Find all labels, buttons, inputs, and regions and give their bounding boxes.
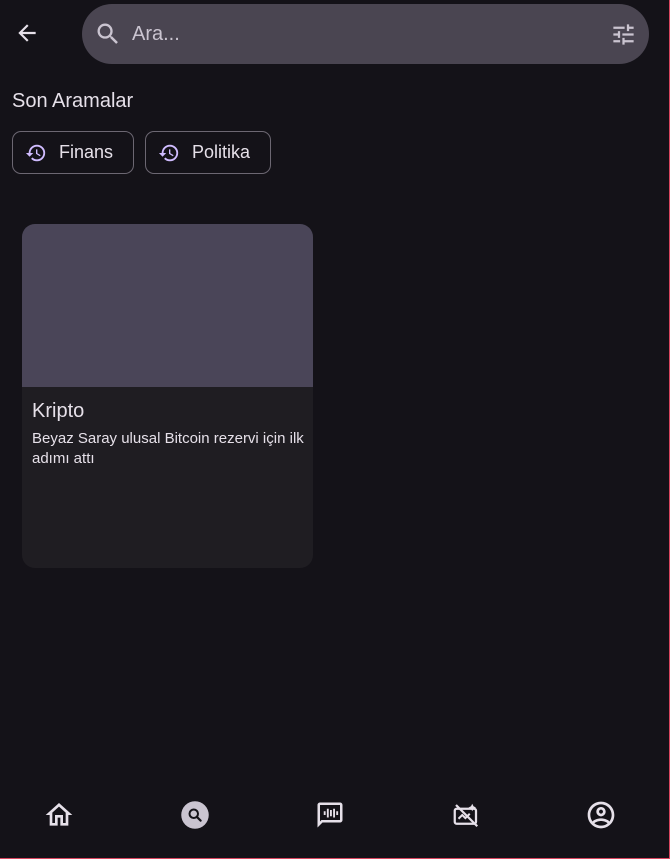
news-card[interactable]: Kripto Beyaz Saray ulusal Bitcoin rezerv… [22, 224, 313, 568]
profile-icon [587, 801, 615, 829]
home-icon [45, 803, 73, 826]
nav-audio-chat[interactable] [313, 798, 347, 832]
nav-home[interactable] [42, 798, 76, 832]
history-icon [25, 144, 46, 161]
nav-profile[interactable] [584, 798, 618, 832]
arrow-back-icon [18, 24, 36, 42]
news-card-image [22, 224, 313, 387]
screen: Son Aramalar Finans Politika Kripto Beya… [0, 0, 670, 859]
nav-search[interactable] [178, 798, 212, 832]
search-icon [181, 801, 209, 829]
recent-searches-title: Son Aramalar [12, 90, 134, 112]
recent-search-chip-politika[interactable]: Politika [145, 131, 272, 174]
search-input[interactable] [132, 4, 592, 64]
recent-searches-chips: Finans Politika [12, 131, 272, 174]
chip-label: Finans [59, 142, 114, 162]
bottom-navigation [0, 790, 670, 840]
news-card-description: Beyaz Saray ulusal Bitcoin rezervi için … [32, 430, 304, 467]
audio-chat-icon [317, 802, 343, 828]
ai-icon [453, 803, 479, 828]
chip-label: Politika [192, 142, 251, 162]
nav-ai[interactable] [449, 798, 483, 832]
recent-search-chip-finans[interactable]: Finans [12, 131, 135, 174]
search-bar [82, 4, 649, 64]
news-card-category: Kripto [32, 400, 85, 422]
back-button[interactable] [8, 14, 46, 52]
search-icon [97, 23, 118, 44]
history-icon [158, 144, 179, 161]
tune-icon[interactable] [610, 21, 637, 48]
